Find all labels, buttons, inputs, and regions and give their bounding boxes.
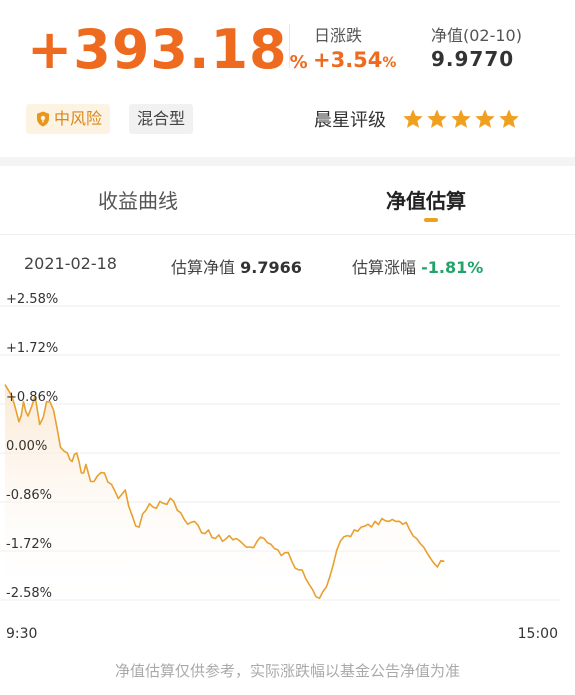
y-tick-label: +1.72% (6, 341, 58, 356)
estimate-nav: 估算净值 9.7966 (171, 254, 302, 278)
y-tick-label: +0.86% (6, 390, 58, 405)
risk-tag-label: 中风险 (54, 109, 103, 128)
estimate-date: 2021-02-18 (24, 254, 117, 273)
daily-change-unit: % (382, 55, 397, 71)
nav-label: 净值(02-10) (431, 26, 522, 45)
tabs-divider (0, 234, 575, 235)
y-tick-label: -0.86% (6, 488, 52, 503)
daily-change-value: +3.54% (313, 48, 396, 72)
star-icon (499, 109, 519, 128)
shield-icon (37, 111, 49, 127)
daily-change-number: +3.54 (313, 48, 383, 72)
estimate-change-label: 估算涨幅 (352, 258, 417, 277)
estimate-nav-value: 9.7966 (240, 258, 302, 277)
y-tick-label: -1.72% (6, 537, 52, 552)
total-return-number: +393.18 (27, 18, 288, 81)
estimate-change-value: -1.81% (421, 258, 484, 277)
star-icon (451, 109, 471, 128)
y-tick-label: -2.58% (6, 586, 52, 601)
risk-tag[interactable]: 中风险 (26, 104, 111, 134)
y-tick-label: 0.00% (6, 439, 47, 454)
disclaimer-text: 净值估算仅供参考，实际涨跌幅以基金公告净值为准 (114, 662, 460, 680)
daily-change-label: 日涨跌 (314, 26, 363, 45)
estimate-change: 估算涨幅 -1.81% (352, 254, 483, 278)
x-tick-label: 9:30 (6, 626, 37, 642)
tab-return-curve[interactable]: 收益曲线 (98, 185, 178, 214)
star-icon (427, 109, 447, 128)
star-icon (475, 109, 495, 128)
rating-label: 晨星评级 (314, 110, 386, 131)
x-tick-label: 15:00 (518, 626, 558, 642)
star-icon (403, 109, 423, 128)
nav-value: 9.9770 (431, 47, 515, 71)
total-return-unit: % (289, 52, 309, 73)
active-tab-indicator (424, 218, 438, 222)
estimate-nav-label: 估算净值 (171, 258, 236, 277)
total-return-value: +393.18% (27, 18, 309, 95)
tab-nav-estimate[interactable]: 净值估算 (386, 185, 466, 214)
y-tick-label: +2.58% (6, 292, 58, 307)
fund-type-tag[interactable]: 混合型 (129, 104, 194, 134)
section-separator (0, 157, 575, 166)
series-area (5, 384, 445, 610)
summary-divider (289, 24, 290, 68)
intraday-chart[interactable]: +2.58% +1.72% +0.86% 0.00% -0.86% -1.72% -2.58… (0, 290, 575, 650)
rating-stars (402, 108, 522, 132)
